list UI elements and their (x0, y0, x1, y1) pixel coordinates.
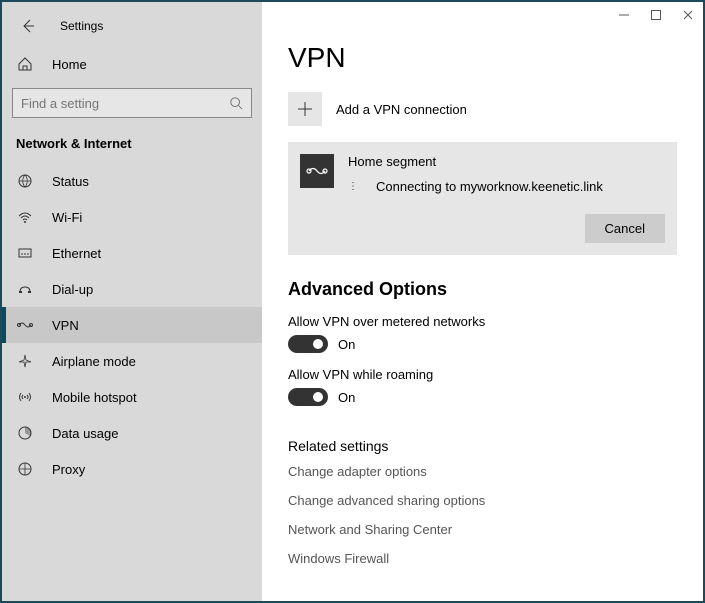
maximize-button[interactable] (649, 8, 663, 22)
add-vpn-button[interactable]: Add a VPN connection (288, 92, 677, 126)
metered-label: Allow VPN over metered networks (288, 314, 677, 329)
link-firewall[interactable]: Windows Firewall (288, 551, 677, 566)
sidebar-item-label: Status (52, 174, 89, 189)
proxy-icon (16, 461, 34, 477)
vpn-connection-card[interactable]: Home segment ⋮ Connecting to myworknow.k… (288, 142, 677, 255)
cancel-button[interactable]: Cancel (585, 214, 665, 243)
sidebar-item-label: Ethernet (52, 246, 101, 261)
sidebar-item-label: Dial-up (52, 282, 93, 297)
arrow-left-icon (20, 18, 36, 34)
sidebar-item-airplane[interactable]: Airplane mode (2, 343, 262, 379)
home-icon (16, 56, 34, 72)
link-adapter-options[interactable]: Change adapter options (288, 464, 677, 479)
sidebar-item-datausage[interactable]: Data usage (2, 415, 262, 451)
vpn-connection-name: Home segment (348, 154, 665, 169)
plus-icon (288, 92, 322, 126)
roaming-label: Allow VPN while roaming (288, 367, 677, 382)
search-input[interactable] (13, 96, 221, 111)
sidebar-home[interactable]: Home (2, 48, 262, 80)
sidebar-item-status[interactable]: Status (2, 163, 262, 199)
sidebar-item-proxy[interactable]: Proxy (2, 451, 262, 487)
roaming-state: On (338, 390, 355, 405)
sidebar-item-label: Airplane mode (52, 354, 136, 369)
close-button[interactable] (681, 8, 695, 22)
sidebar-item-vpn[interactable]: VPN (2, 307, 262, 343)
sidebar-item-label: Mobile hotspot (52, 390, 137, 405)
metered-state: On (338, 337, 355, 352)
sidebar-item-dialup[interactable]: Dial-up (2, 271, 262, 307)
dialup-icon (16, 281, 34, 297)
search-icon (221, 96, 251, 110)
advanced-heading: Advanced Options (288, 279, 677, 300)
link-sharing-center[interactable]: Network and Sharing Center (288, 522, 677, 537)
airplane-icon (16, 353, 34, 369)
add-vpn-label: Add a VPN connection (336, 102, 467, 117)
vpn-icon (16, 317, 34, 333)
minimize-button[interactable] (617, 8, 631, 22)
datausage-icon (16, 425, 34, 441)
main-panel: VPN Add a VPN connection Home segment ⋮ … (262, 2, 703, 601)
sidebar-item-ethernet[interactable]: Ethernet (2, 235, 262, 271)
category-label: Network & Internet (2, 132, 262, 163)
hotspot-icon (16, 389, 34, 405)
roaming-toggle[interactable] (288, 388, 328, 406)
page-title: VPN (288, 42, 677, 74)
sidebar-item-wifi[interactable]: Wi-Fi (2, 199, 262, 235)
sidebar-nav: Status Wi-Fi Ethernet Dial-up (2, 163, 262, 487)
home-label: Home (52, 57, 87, 72)
metered-toggle[interactable] (288, 335, 328, 353)
vpn-connection-icon (300, 154, 334, 188)
sidebar-item-label: VPN (52, 318, 79, 333)
sidebar-item-hotspot[interactable]: Mobile hotspot (2, 379, 262, 415)
wifi-icon (16, 209, 34, 225)
back-button[interactable] (16, 14, 40, 38)
globe-icon (16, 173, 34, 189)
related-heading: Related settings (288, 438, 677, 454)
connecting-spinner-icon: ⋮ (348, 181, 358, 192)
app-title: Settings (60, 19, 103, 33)
vpn-connection-status: Connecting to myworknow.keenetic.link (376, 179, 603, 194)
search-input-wrap (12, 88, 252, 118)
ethernet-icon (16, 245, 34, 261)
sidebar-item-label: Proxy (52, 462, 85, 477)
sidebar-item-label: Wi-Fi (52, 210, 82, 225)
sidebar-item-label: Data usage (52, 426, 119, 441)
sidebar: Settings Home Network & Internet Stat (2, 2, 262, 601)
link-sharing-options[interactable]: Change advanced sharing options (288, 493, 677, 508)
